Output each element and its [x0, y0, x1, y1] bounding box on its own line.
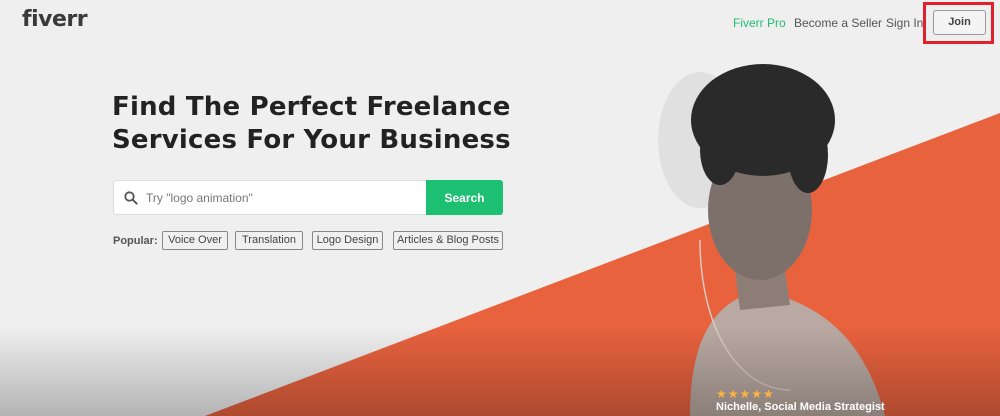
search-input[interactable] [146, 181, 416, 214]
search-icon [124, 191, 138, 205]
rating-stars: ★★★★★ [716, 387, 775, 401]
search-bar [113, 180, 426, 215]
popular-label: Popular: [113, 235, 158, 247]
nav-fiverr-pro[interactable]: Fiverr Pro [733, 16, 786, 30]
popular-tag-articles-blog-posts[interactable]: Articles & Blog Posts [393, 231, 503, 250]
nav-become-seller[interactable]: Become a Seller [794, 16, 882, 30]
headline-line-2: Services For Your Business [112, 125, 511, 155]
popular-tag-voice-over[interactable]: Voice Over [162, 231, 228, 250]
popular-tag-logo-design[interactable]: Logo Design [312, 231, 383, 250]
fiverr-logo[interactable]: fiverr [22, 7, 88, 32]
popular-tag-translation[interactable]: Translation [235, 231, 303, 250]
search-button[interactable]: Search [426, 180, 503, 215]
headline-line-1: Find The Perfect Freelance [112, 92, 511, 122]
top-nav: fiverr Fiverr Pro Become a Seller Sign I… [0, 0, 1000, 46]
join-highlight-box [923, 2, 994, 44]
nav-sign-in[interactable]: Sign In [886, 16, 923, 30]
hero-headline: Find The Perfect Freelance Services For … [112, 91, 532, 157]
testimonial-name: Nichelle, Social Media Strategist [716, 401, 885, 413]
